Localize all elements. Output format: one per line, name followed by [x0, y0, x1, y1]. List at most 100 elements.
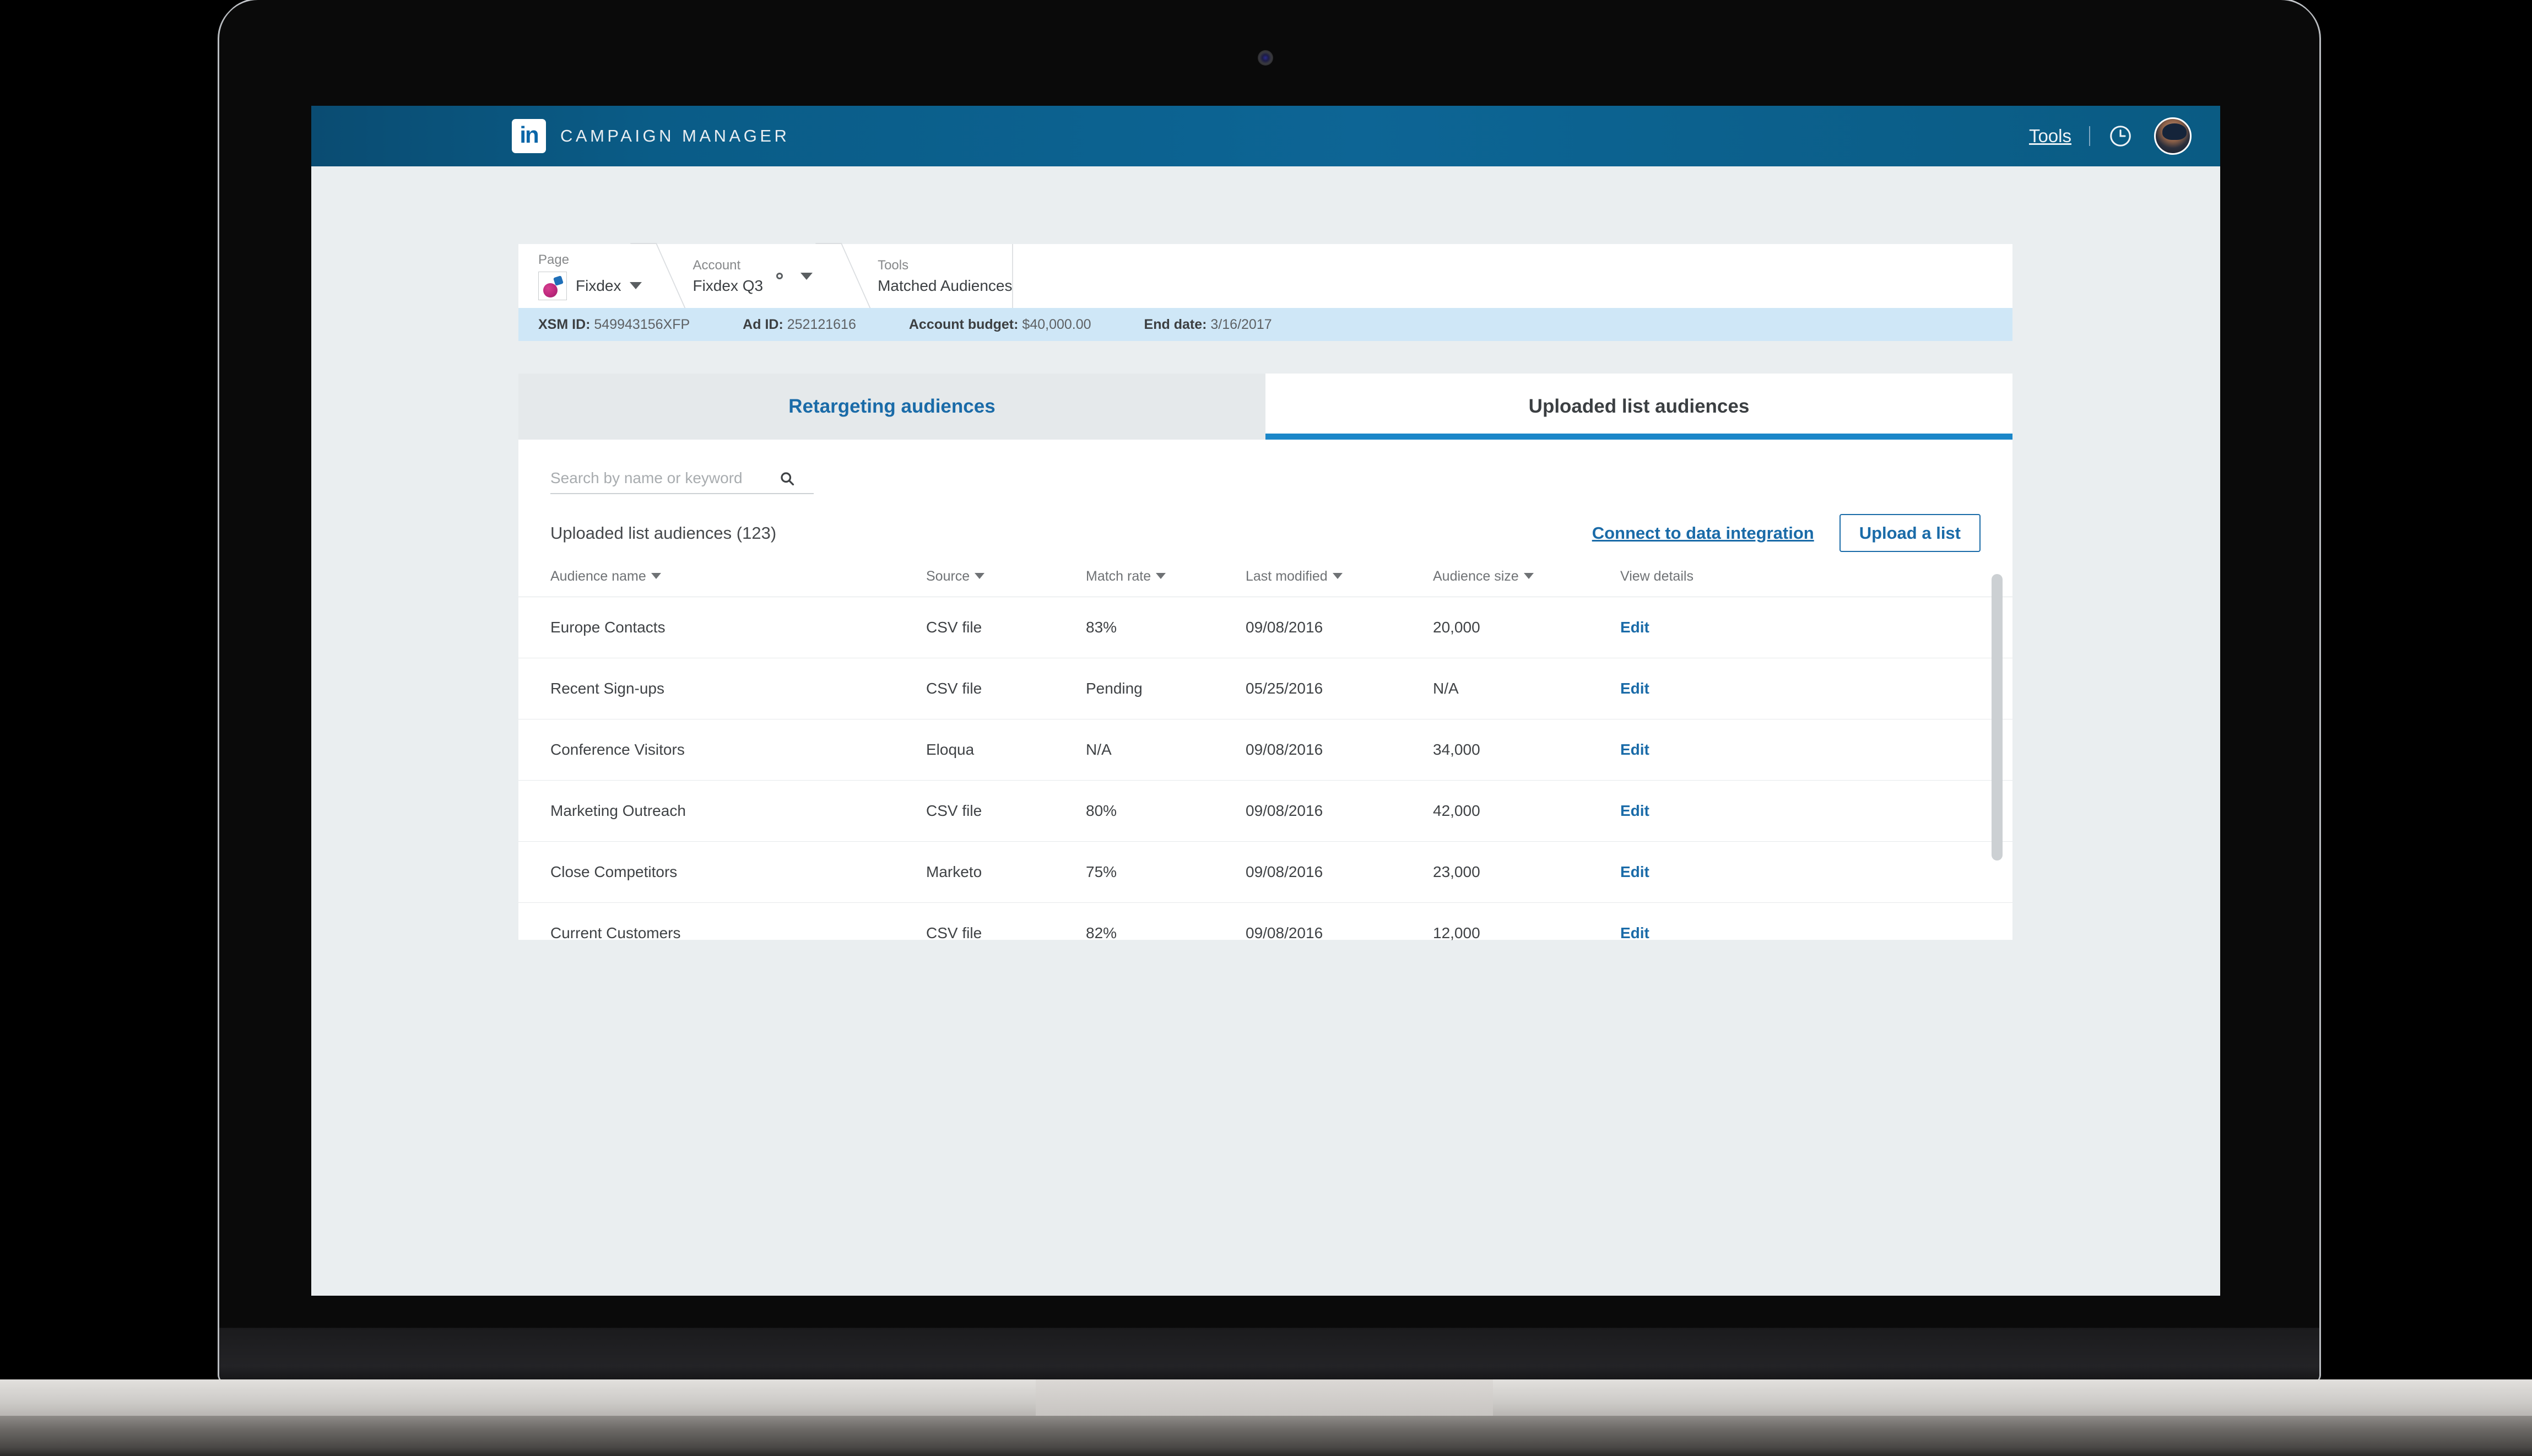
chevron-down-icon[interactable] [630, 282, 642, 289]
sort-caret-icon[interactable] [651, 573, 661, 579]
account-ids-strip: XSM ID: 549943156XFP Ad ID: 252121616 Ac… [518, 308, 2012, 341]
connect-to-data-integration-link[interactable]: Connect to data integration [1592, 523, 1814, 543]
table-scrollbar[interactable] [1992, 574, 2003, 860]
cell-last-modified: 09/08/2016 [1246, 719, 1433, 781]
laptop-base-edge [0, 1416, 2532, 1456]
list-actions: Connect to data integration Upload a lis… [1592, 514, 1981, 552]
cell-source: CSV file [926, 658, 1086, 719]
account-budget-value: $40,000.00 [1022, 316, 1091, 332]
clock-icon[interactable] [2108, 123, 2133, 149]
list-count-label: Uploaded list audiences (123) [550, 523, 777, 543]
cell-audience-name: Conference Visitors [518, 719, 926, 781]
cell-match-rate: N/A [1086, 719, 1246, 781]
cell-last-modified: 09/08/2016 [1246, 841, 1433, 903]
xsm-id-value: 549943156XFP [594, 316, 690, 332]
end-date-value: 3/16/2017 [1210, 316, 1272, 332]
breadcrumb-item-account[interactable]: Account Fixdex Q3 [673, 244, 763, 308]
edit-link[interactable]: Edit [1620, 924, 1649, 941]
table-row: Marketing Outreach CSV file 80% 09/08/2016 4… [518, 780, 2012, 842]
sort-caret-icon[interactable] [1156, 573, 1166, 579]
column-label: Audience name [550, 569, 646, 584]
edit-link[interactable]: Edit [1620, 741, 1649, 758]
search-icon[interactable] [779, 470, 796, 487]
cell-view-details: Edit [1620, 658, 2012, 719]
app-header: in CAMPAIGN MANAGER Tools [311, 106, 2220, 166]
cell-audience-name: Current Customers [518, 902, 926, 964]
cell-view-details: Edit [1620, 841, 2012, 903]
webcam-icon [1258, 50, 1273, 66]
cell-match-rate: 82% [1086, 902, 1246, 964]
account-budget-item: Account budget: $40,000.00 [909, 317, 1091, 333]
breadcrumb-tools-label: Tools [878, 257, 909, 273]
end-date-item: End date: 3/16/2017 [1144, 317, 1272, 333]
breadcrumb: Page Fixdex Account Fixdex Q3 Tools Matc… [518, 244, 2012, 308]
column-label: Last modified [1246, 569, 1328, 584]
cell-audience-size: 34,000 [1433, 719, 1620, 781]
table-body: Europe Contacts CSV file 83% 09/08/2016 20,0… [518, 597, 2012, 964]
account-settings-group[interactable] [763, 244, 827, 308]
app-title: CAMPAIGN MANAGER [560, 126, 790, 145]
sort-caret-icon[interactable] [1523, 573, 1534, 579]
breadcrumb-page-label: Page [538, 252, 570, 267]
cell-audience-name: Recent Sign-ups [518, 658, 926, 719]
edit-link[interactable]: Edit [1620, 619, 1649, 636]
tab-retargeting-audiences[interactable]: Retargeting audiences [518, 374, 1265, 440]
cell-audience-size: 12,000 [1433, 902, 1620, 964]
ad-id-value: 252121616 [787, 316, 856, 332]
search-input[interactable] [550, 469, 779, 487]
cell-last-modified: 09/08/2016 [1246, 902, 1433, 964]
avatar[interactable] [2154, 117, 2192, 155]
header-right-group: Tools [2029, 117, 2192, 155]
linkedin-logo-icon: in [512, 119, 546, 153]
edit-link[interactable]: Edit [1620, 802, 1649, 819]
column-header-last-modified[interactable]: Last modified [1246, 569, 1433, 597]
breadcrumb-account-value: Fixdex Q3 [692, 277, 764, 294]
ad-id-item: Ad ID: 252121616 [743, 317, 856, 333]
cell-audience-name: Europe Contacts [518, 597, 926, 658]
ad-id-label: Ad ID: [743, 316, 783, 332]
table-row: Current Customers CSV file 82% 09/08/2016 12… [518, 902, 2012, 964]
cell-view-details: Edit [1620, 719, 2012, 781]
cell-view-details: Edit [1620, 597, 2012, 658]
sort-caret-icon[interactable] [975, 573, 985, 579]
breadcrumb-tools-value: Matched Audiences [878, 277, 1013, 294]
cell-match-rate: 80% [1086, 780, 1246, 842]
edit-link[interactable]: Edit [1620, 863, 1649, 880]
cell-source: Marketo [926, 841, 1086, 903]
column-header-view-details: View details [1620, 569, 2012, 597]
cell-last-modified: 09/08/2016 [1246, 597, 1433, 658]
cell-audience-size: N/A [1433, 658, 1620, 719]
upload-a-list-button[interactable]: Upload a list [1839, 514, 1981, 552]
breadcrumb-separator [642, 244, 673, 308]
list-header-row: Uploaded list audiences (123) Connect to… [518, 494, 2012, 552]
column-header-source[interactable]: Source [926, 569, 1086, 597]
audience-tabs: Retargeting audiences Uploaded list audi… [518, 374, 2012, 440]
account-budget-label: Account budget: [908, 316, 1019, 332]
cell-source: Eloqua [926, 719, 1086, 781]
sort-caret-icon[interactable] [1332, 573, 1343, 579]
table-row: Close Competitors Marketo 75% 09/08/2016 23,… [518, 841, 2012, 903]
breadcrumb-item-tools[interactable]: Tools Matched Audiences [858, 244, 1012, 308]
breadcrumb-tail [1012, 244, 2012, 308]
laptop-chin [219, 1296, 2319, 1384]
tools-menu-link[interactable]: Tools [2029, 126, 2071, 147]
breadcrumb-item-page[interactable]: Page Fixdex [518, 244, 642, 308]
column-header-audience-size[interactable]: Audience size [1433, 569, 1620, 597]
page-body: Page Fixdex Account Fixdex Q3 Tools Matc… [311, 166, 2220, 1296]
table-row: Europe Contacts CSV file 83% 09/08/2016 20,0… [518, 597, 2012, 658]
account-chevron-down-icon[interactable] [800, 272, 813, 280]
search-box[interactable] [550, 469, 814, 494]
gear-icon[interactable] [769, 265, 791, 287]
cell-last-modified: 09/08/2016 [1246, 780, 1433, 842]
tab-uploaded-list-audiences[interactable]: Uploaded list audiences [1265, 374, 2012, 440]
cell-view-details: Edit [1620, 902, 2012, 964]
column-header-match-rate[interactable]: Match rate [1086, 569, 1246, 597]
audience-table-wrap: Audience name Source Match rate Last mod… [518, 569, 2012, 964]
cell-last-modified: 05/25/2016 [1246, 658, 1433, 719]
cell-audience-name: Marketing Outreach [518, 780, 926, 842]
column-header-audience-name[interactable]: Audience name [518, 569, 926, 597]
column-label: Source [926, 569, 970, 584]
edit-link[interactable]: Edit [1620, 680, 1649, 697]
table-row: Conference Visitors Eloqua N/A 09/08/2016 34… [518, 719, 2012, 781]
cell-match-rate: 75% [1086, 841, 1246, 903]
